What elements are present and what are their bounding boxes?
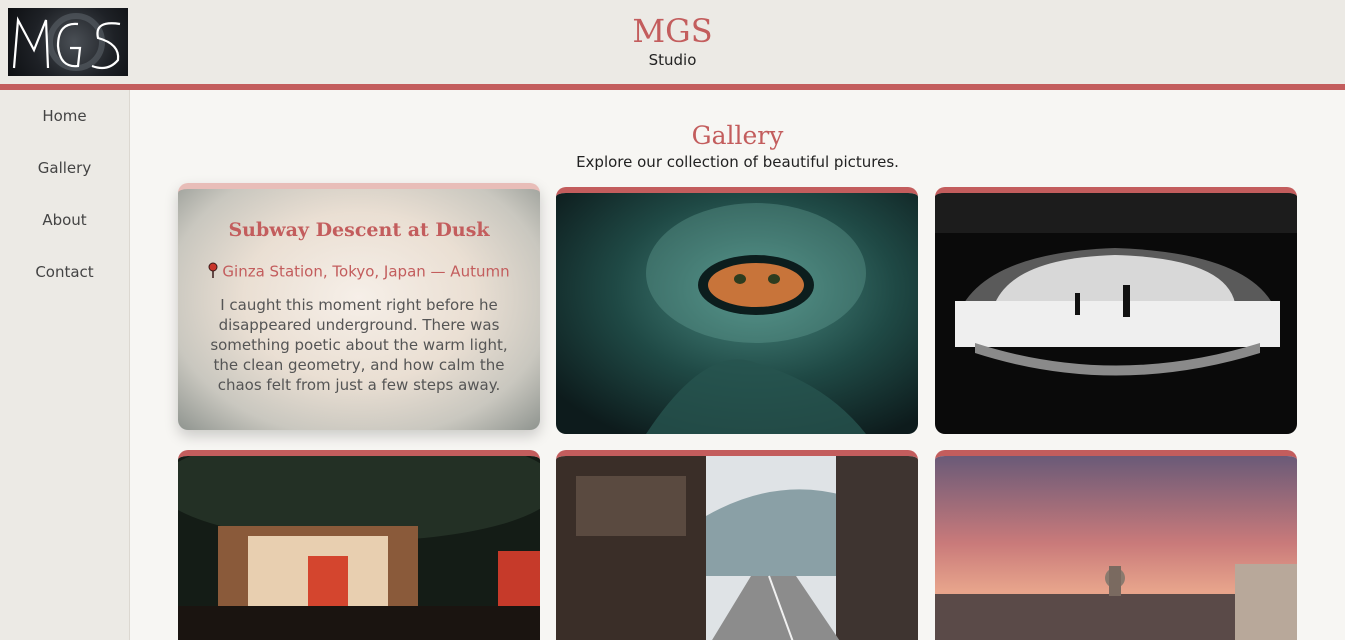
gallery-image xyxy=(556,456,918,640)
gallery-image xyxy=(935,193,1297,434)
sidebar-item-about[interactable]: About xyxy=(0,210,129,230)
sidebar-nav: Home Gallery About Contact xyxy=(0,90,130,640)
sidebar-item-contact[interactable]: Contact xyxy=(0,262,129,282)
gallery-card-2[interactable] xyxy=(556,187,918,434)
gallery-card-3[interactable] xyxy=(935,187,1297,434)
gallery-card-5[interactable] xyxy=(556,450,918,640)
gallery-card-featured[interactable]: Subway Descent at Dusk Ginza Station, To… xyxy=(178,183,540,430)
sidebar-item-home[interactable]: Home xyxy=(0,106,129,126)
card-description: I caught this moment right before he dis… xyxy=(210,296,508,394)
gallery-card-4[interactable] xyxy=(178,450,540,640)
location-pin-icon xyxy=(208,262,218,282)
brand: MGS Studio xyxy=(0,12,1345,70)
card-location-text: Ginza Station, Tokyo, Japan — Autumn xyxy=(222,262,510,281)
gallery-card-6[interactable] xyxy=(935,450,1297,640)
sidebar-item-gallery[interactable]: Gallery xyxy=(0,158,129,178)
card-location: Ginza Station, Tokyo, Japan — Autumn xyxy=(178,262,540,282)
gallery-subtitle: Explore our collection of beautiful pict… xyxy=(576,153,899,171)
gallery-title: Gallery xyxy=(691,121,784,150)
site-subtitle: Studio xyxy=(648,51,697,69)
card-title: Subway Descent at Dusk xyxy=(228,219,490,241)
gallery-image xyxy=(178,456,540,640)
gallery-image xyxy=(556,193,918,434)
site-title: MGS xyxy=(632,12,713,50)
site-header: MGS Studio xyxy=(0,0,1345,84)
header-divider xyxy=(0,84,1345,90)
gallery-image xyxy=(935,456,1297,640)
